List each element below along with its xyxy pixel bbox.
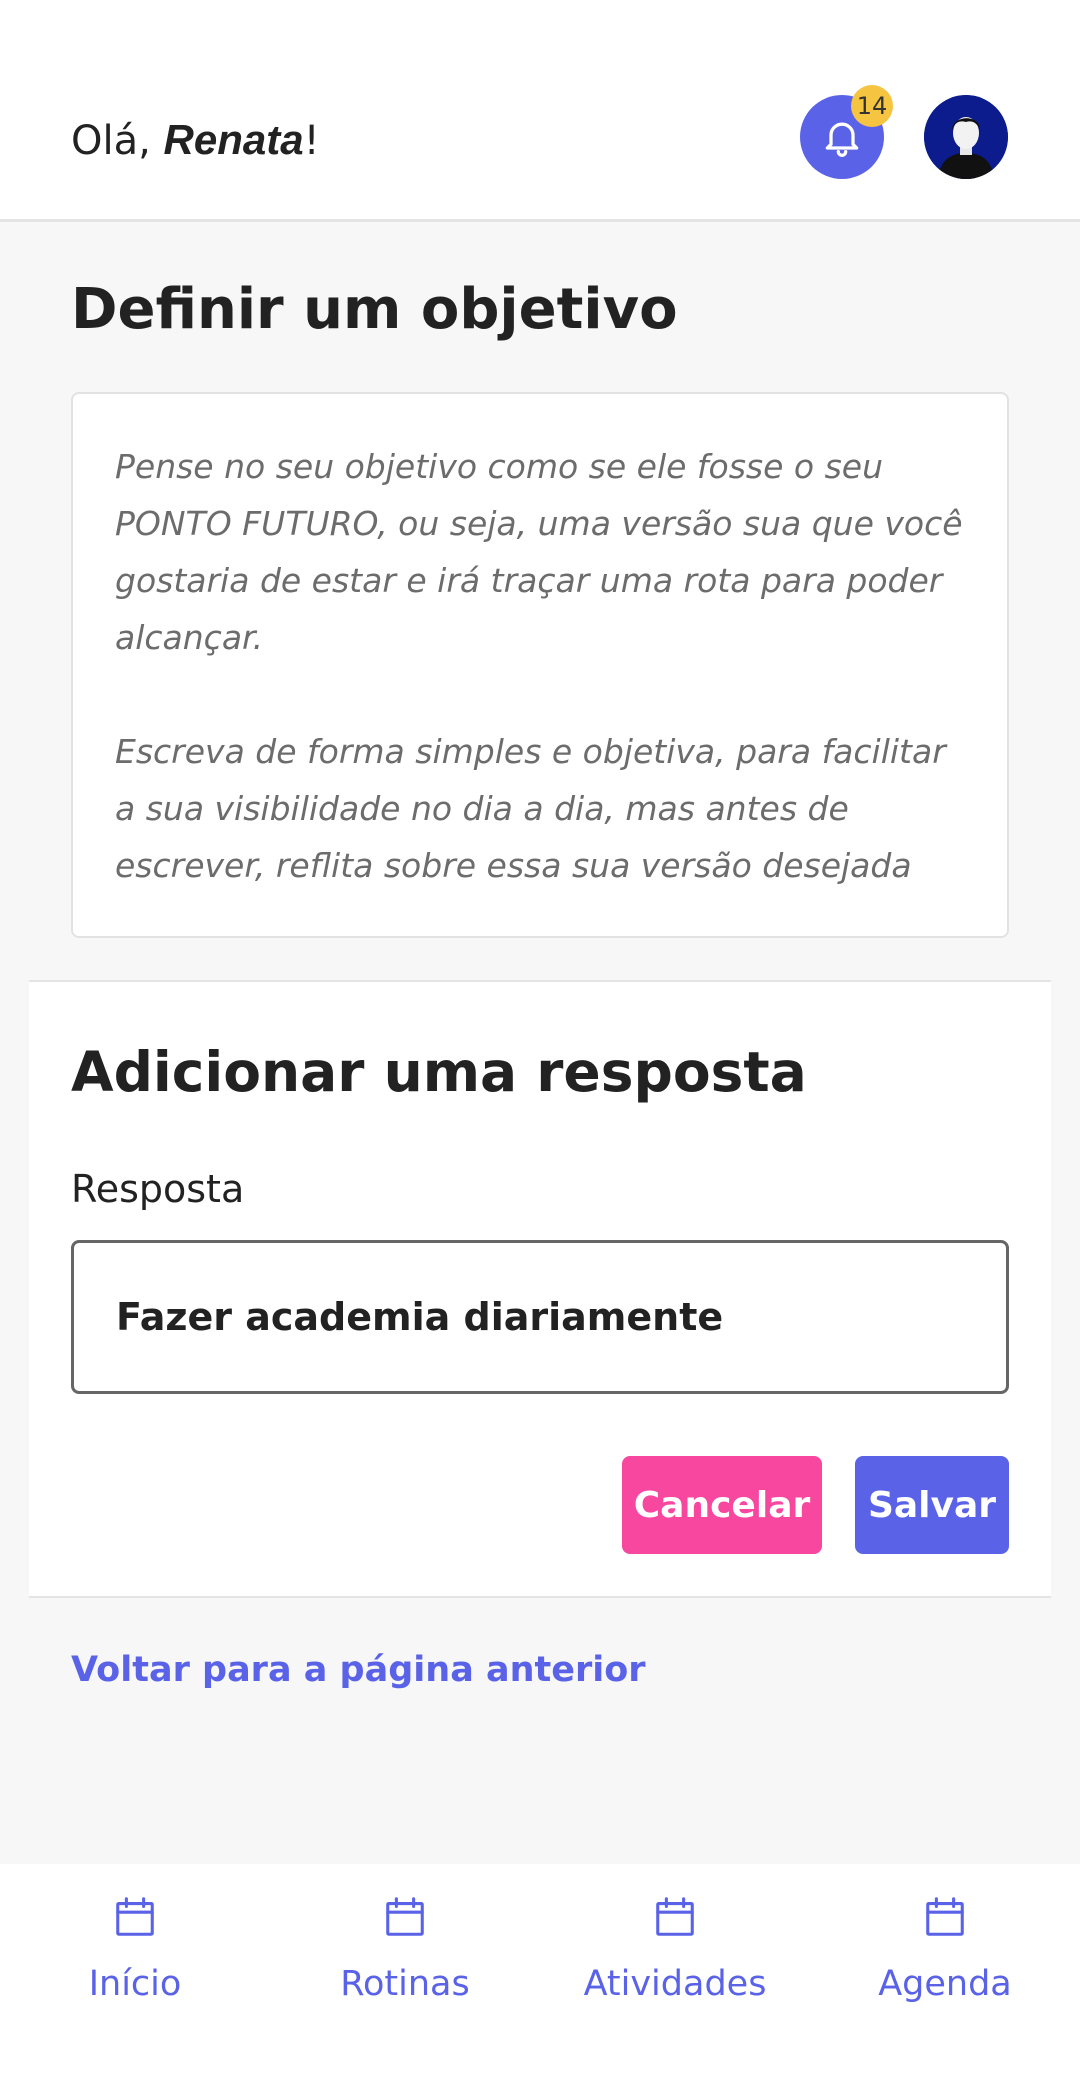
- calendar-icon: [116, 1897, 154, 1936]
- calendar-icon: [926, 1897, 964, 1936]
- nav-item-rotinas[interactable]: Rotinas: [270, 1864, 540, 2082]
- notification-count-badge: 14: [851, 85, 893, 127]
- objective-instructions: Pense no seu objetivo como se ele fosse …: [115, 447, 963, 885]
- nav-label-atividades: Atividades: [583, 1964, 767, 2004]
- nav-item-inicio[interactable]: Início: [0, 1864, 270, 2082]
- greeting-prefix: Olá,: [71, 118, 164, 164]
- answer-section-title: Adicionar uma resposta: [71, 1040, 807, 1104]
- user-avatar-icon: [924, 95, 1008, 179]
- app-header: Olá, Renata! 14: [0, 0, 1080, 222]
- nav-item-atividades[interactable]: Atividades: [540, 1864, 810, 2082]
- greeting-suffix: !: [303, 118, 320, 164]
- answer-field-label: Resposta: [71, 1167, 245, 1211]
- user-name: Renata: [163, 116, 304, 163]
- back-link[interactable]: Voltar para a página anterior: [71, 1646, 646, 1694]
- objective-info-card: Pense no seu objetivo como se ele fosse …: [71, 392, 1009, 938]
- nav-label-agenda: Agenda: [878, 1964, 1012, 2004]
- add-answer-section: Adicionar uma resposta Resposta Cancelar…: [29, 980, 1051, 1598]
- save-button[interactable]: Salvar: [855, 1456, 1009, 1554]
- greeting: Olá, Renata!: [71, 112, 320, 169]
- nav-label-inicio: Início: [88, 1964, 182, 2004]
- calendar-icon: [656, 1897, 694, 1936]
- nav-label-rotinas: Rotinas: [340, 1964, 470, 2004]
- nav-item-agenda[interactable]: Agenda: [810, 1864, 1080, 2082]
- cancel-button[interactable]: Cancelar: [622, 1456, 822, 1554]
- calendar-icon: [386, 1897, 424, 1936]
- page-title: Definir um objetivo: [71, 277, 678, 342]
- bottom-nav: Início Rotinas Atividades Agenda: [0, 1864, 1080, 2082]
- answer-input[interactable]: [71, 1240, 1009, 1394]
- avatar[interactable]: [924, 95, 1008, 179]
